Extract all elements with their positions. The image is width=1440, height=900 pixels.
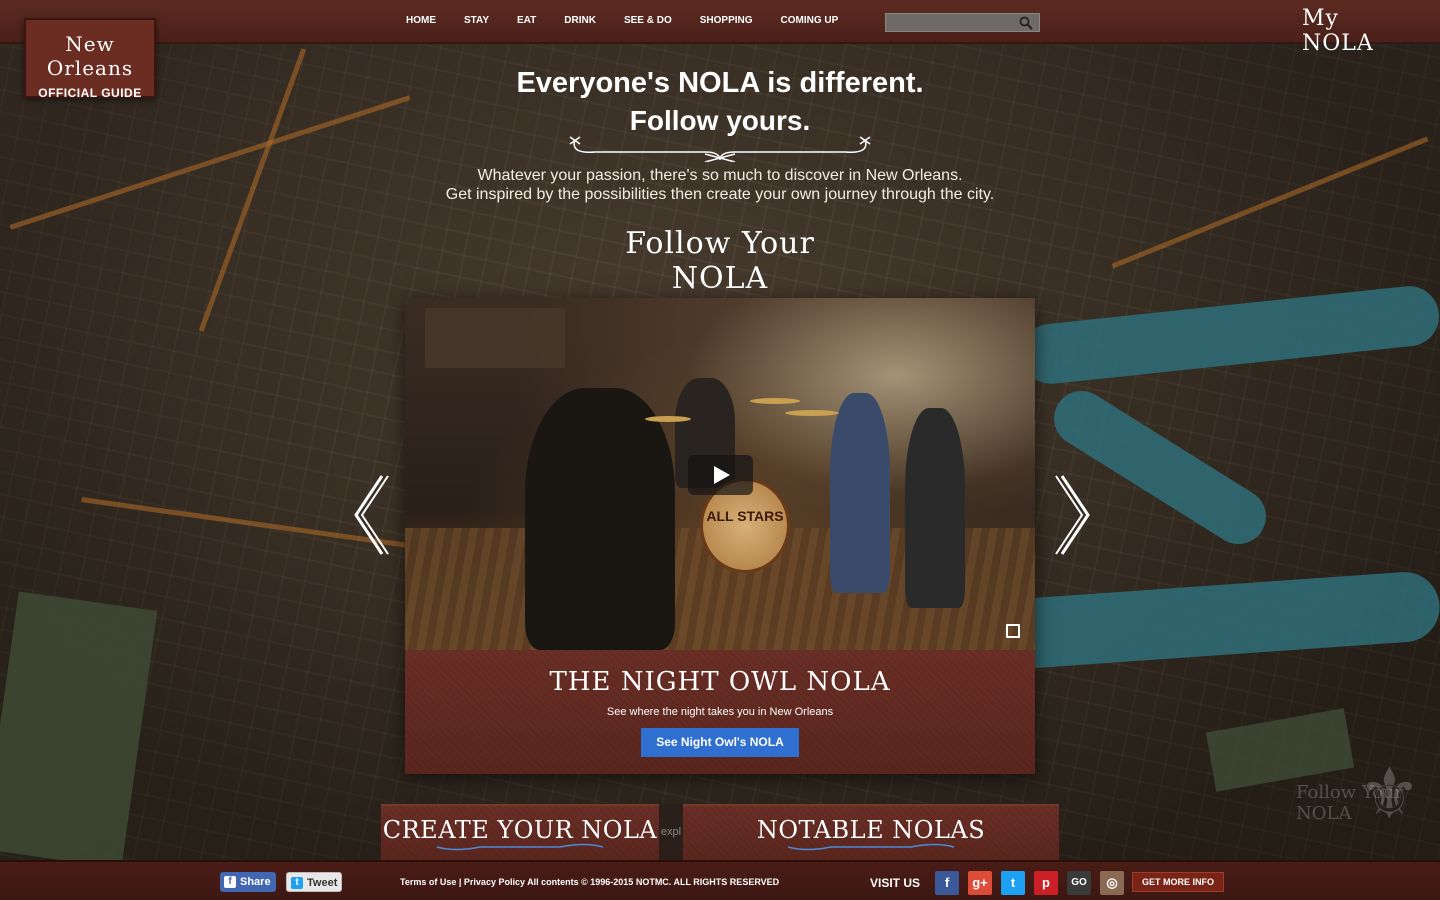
hero-description-line1: Whatever your passion, there's so much t…	[477, 167, 963, 184]
cymbal	[645, 416, 691, 422]
carousel-next-arrow[interactable]	[1054, 474, 1094, 556]
hero-description-line2: Get inspired by the possibilities then c…	[445, 186, 995, 203]
visit-us-label: VISIT US	[870, 876, 921, 890]
facebook-icon[interactable]: f	[935, 871, 959, 895]
tweet-button[interactable]: t Tweet	[286, 872, 342, 892]
notable-nolas-tab[interactable]: NOTABLE NOLAS	[683, 804, 1059, 860]
jazz-band-video[interactable]: ALL STARS	[405, 298, 1035, 650]
nav-shopping[interactable]: SHOPPING	[686, 0, 767, 44]
card-caption: THE NIGHT OWL NOLA See where the night t…	[405, 650, 1035, 774]
social-links: f g+ t p GO ◎	[935, 871, 1124, 895]
main-nav: HOME STAY EAT DRINK SEE & DO SHOPPING CO…	[392, 0, 852, 44]
nav-home[interactable]: HOME	[392, 0, 450, 44]
nav-coming-up[interactable]: COMING UP	[767, 0, 853, 44]
copyright-text: All contents © 1996-2015 NOTMC. ALL RIGH…	[527, 877, 780, 887]
my-nola-link[interactable]: My NOLA	[1302, 6, 1402, 56]
carousel-prev-arrow[interactable]	[350, 474, 390, 556]
cymbal	[785, 410, 839, 416]
card-subtitle: See where the night takes you in New Orl…	[606, 706, 834, 718]
play-icon[interactable]	[688, 455, 753, 495]
terms-of-use-link[interactable]: Terms of Use	[400, 877, 456, 887]
twitter-bird-icon: t	[291, 877, 303, 889]
search-input[interactable]	[886, 16, 1016, 33]
hero-section: Everyone's NOLA is different. Follow you…	[0, 64, 1440, 204]
hero-headline: Everyone's NOLA is different.	[516, 67, 924, 99]
create-your-nola-label: CREATE YOUR NOLA	[382, 816, 658, 844]
bass-drum-label: ALL STARS	[706, 508, 784, 524]
nav-eat[interactable]: EAT	[503, 0, 550, 44]
follow-your-nola-logo: Follow Your NOLA	[612, 226, 828, 296]
twitter-icon[interactable]: t	[1001, 871, 1025, 895]
nav-stay[interactable]: STAY	[450, 0, 503, 44]
video-scene-wall	[425, 308, 565, 368]
facebook-share-button[interactable]: f Share	[220, 872, 276, 892]
trombone-player-figure	[525, 388, 675, 650]
go-nola-icon[interactable]: GO	[1067, 871, 1091, 895]
trumpet-player-figure	[830, 393, 890, 593]
follow-your-nola-watermark: ⚜ Follow Your NOLA	[1296, 756, 1426, 832]
instagram-icon[interactable]: ◎	[1100, 871, 1124, 895]
nav-see-and-do[interactable]: SEE & DO	[610, 0, 686, 44]
legal-separator: |	[458, 877, 462, 887]
see-night-owls-nola-button[interactable]: See Night Owl's NOLA	[641, 728, 799, 757]
hero-subheadline: Follow yours.	[629, 105, 811, 136]
privacy-policy-link[interactable]: Privacy Policy	[464, 877, 525, 887]
fullscreen-icon[interactable]	[1006, 624, 1020, 638]
facebook-icon: f	[224, 876, 236, 888]
share-label: Share	[240, 876, 271, 888]
explore-tab-edge: expl	[659, 804, 683, 860]
featured-nola-card: ALL STARS THE NIGHT OWL NOLA See where t…	[405, 298, 1035, 774]
card-title: THE NIGHT OWL NOLA	[549, 667, 891, 697]
create-your-nola-tab[interactable]: CREATE YOUR NOLA	[381, 804, 659, 860]
get-more-info-button[interactable]: GET MORE INFO	[1132, 872, 1224, 892]
legal-links: Terms of Use | Privacy Policy All conten…	[400, 862, 779, 900]
footer: f Share t Tweet Terms of Use | Privacy P…	[0, 860, 1440, 900]
search-box	[885, 13, 1040, 33]
google-plus-icon[interactable]: g+	[968, 871, 992, 895]
pinterest-icon[interactable]: p	[1034, 871, 1058, 895]
watermark-text: Follow Your NOLA	[1296, 782, 1404, 824]
my-nola-label: My NOLA	[1302, 6, 1374, 56]
clarinet-player-figure	[905, 408, 965, 608]
cymbal	[750, 398, 800, 404]
notable-nolas-label: NOTABLE NOLAS	[756, 816, 986, 844]
search-icon[interactable]	[1019, 16, 1033, 30]
tweet-label: Tweet	[307, 877, 338, 889]
nav-drink[interactable]: DRINK	[550, 0, 610, 44]
